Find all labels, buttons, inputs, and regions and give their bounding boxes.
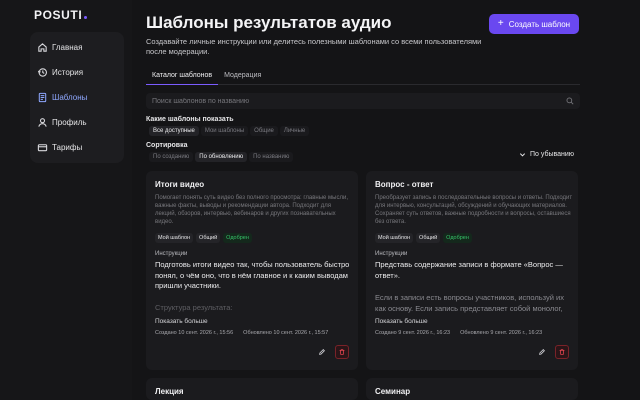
card-title: Итоги видео: [155, 180, 205, 189]
card-title: Вопрос - ответ: [375, 180, 434, 189]
sidebar-item-tariffs[interactable]: Тарифы: [30, 135, 124, 160]
instructions-label: Инструкции: [155, 251, 188, 257]
chevron-down-icon: [519, 151, 526, 158]
sidebar-nav: Главная История Шаблоны Профиль Тарифы: [30, 32, 124, 163]
logo[interactable]: POSUTI: [34, 8, 88, 22]
create-template-label: Создать шаблон: [508, 19, 571, 29]
card-description: Помогает понять суть видео без полного п…: [155, 195, 349, 225]
sidebar: POSUTI Главная История Шаблоны Профиль Т…: [0, 0, 132, 400]
template-card[interactable]: Семинар: [366, 378, 578, 400]
created-date: Создано 9 сент. 2026 г., 16:23: [375, 330, 451, 336]
filter-chip-personal[interactable]: Личные: [279, 126, 310, 136]
instructions-faded-text: Структура результата:: [155, 303, 233, 312]
templates-icon: [36, 92, 48, 104]
filter-chip-mine[interactable]: Мои шаблоны: [200, 126, 249, 136]
badge-shared: Общий: [196, 233, 221, 243]
sidebar-item-label: Шаблоны: [52, 93, 88, 102]
card-badges: Мой шаблон Общий Одобрен: [155, 233, 252, 243]
badge-mine: Мой шаблон: [375, 233, 414, 243]
card-badges: Мой шаблон Общий Одобрен: [375, 233, 472, 243]
sidebar-item-label: Главная: [52, 43, 83, 52]
sidebar-item-label: Профиль: [52, 118, 87, 127]
card-meta: Создано 9 сент. 2026 г., 16:23 Обновлено…: [375, 330, 542, 336]
tab-catalog[interactable]: Каталог шаблонов: [146, 70, 219, 85]
template-card[interactable]: Итоги видео Помогает понять суть видео б…: [146, 171, 358, 370]
updated-date: Обновлено 9 сент. 2026 г., 16:23: [460, 330, 543, 336]
updated-date: Обновлено 10 сент. 2026 г., 15:57: [243, 330, 329, 336]
main-content: Шаблоны результатов аудио + Создать шабл…: [146, 0, 580, 400]
delete-icon[interactable]: [555, 345, 569, 359]
create-template-button[interactable]: + Создать шаблон: [489, 14, 579, 34]
sort-order-dropdown[interactable]: По убыванию: [519, 151, 574, 158]
search-icon[interactable]: [566, 97, 574, 105]
sidebar-item-home[interactable]: Главная: [30, 35, 124, 60]
sidebar-item-label: Тарифы: [52, 143, 83, 152]
logo-dot: [84, 16, 88, 19]
card-actions: [315, 345, 349, 359]
filter-chip-all[interactable]: Все доступные: [149, 126, 199, 136]
sort-chip-created[interactable]: По созданию: [149, 152, 194, 162]
search-bar: [146, 93, 580, 109]
plus-icon: +: [497, 18, 504, 29]
card-description: Преобразует запись в последовательные во…: [375, 195, 573, 225]
page-title: Шаблоны результатов аудио: [146, 13, 392, 32]
filter-chip-shared[interactable]: Общие: [250, 126, 278, 136]
sort-chips: По созданию По обновлению По названию: [149, 152, 294, 162]
tariffs-icon: [36, 142, 48, 154]
sidebar-item-history[interactable]: История: [30, 60, 124, 85]
badge-mine: Мой шаблон: [155, 233, 194, 243]
history-icon: [36, 67, 48, 79]
card-actions: [535, 345, 569, 359]
tab-moderation[interactable]: Модерация: [218, 70, 267, 85]
search-input[interactable]: [152, 97, 566, 105]
home-icon: [36, 42, 48, 54]
sort-label: Сортировка: [146, 142, 188, 149]
delete-icon[interactable]: [335, 345, 349, 359]
template-card[interactable]: Вопрос - ответ Преобразует запись в посл…: [366, 171, 578, 370]
show-more-link[interactable]: Показать больше: [375, 318, 428, 325]
card-meta: Создано 10 сент. 2026 г., 15:56 Обновлен…: [155, 330, 328, 336]
card-title: Лекция: [155, 387, 184, 396]
logo-text: POSUTI: [34, 8, 83, 22]
page-subtitle: Создавайте личные инструкции или делитес…: [146, 37, 482, 56]
sidebar-item-templates[interactable]: Шаблоны: [30, 85, 124, 110]
badge-approved: Одобрен: [223, 233, 252, 243]
template-card[interactable]: Лекция: [146, 378, 358, 400]
edit-icon[interactable]: [315, 345, 329, 359]
edit-icon[interactable]: [535, 345, 549, 359]
sidebar-item-profile[interactable]: Профиль: [30, 110, 124, 135]
instructions-text: Подготовь итоги видео так, чтобы пользов…: [155, 260, 350, 290]
sort-chip-name[interactable]: По названию: [249, 152, 294, 162]
sort-order-label: По убыванию: [530, 151, 575, 158]
card-title: Семинар: [375, 387, 411, 396]
tabs: Каталог шаблонов Модерация: [146, 70, 580, 85]
profile-icon: [36, 117, 48, 129]
instructions-label: Инструкции: [375, 251, 408, 257]
sidebar-item-label: История: [52, 68, 84, 77]
badge-shared: Общий: [416, 233, 441, 243]
instructions-faded-text: Если в записи есть вопросы участников, и…: [375, 293, 564, 313]
filter-show-label: Какие шаблоны показать: [146, 116, 234, 123]
badge-approved: Одобрен: [443, 233, 472, 243]
created-date: Создано 10 сент. 2026 г., 15:56: [155, 330, 234, 336]
sort-chip-updated[interactable]: По обновлению: [195, 152, 248, 162]
filter-show-chips: Все доступные Мои шаблоны Общие Личные: [149, 126, 310, 136]
show-more-link[interactable]: Показать больше: [155, 318, 208, 325]
instructions-text: Представь содержание записи в формате «В…: [375, 260, 563, 280]
